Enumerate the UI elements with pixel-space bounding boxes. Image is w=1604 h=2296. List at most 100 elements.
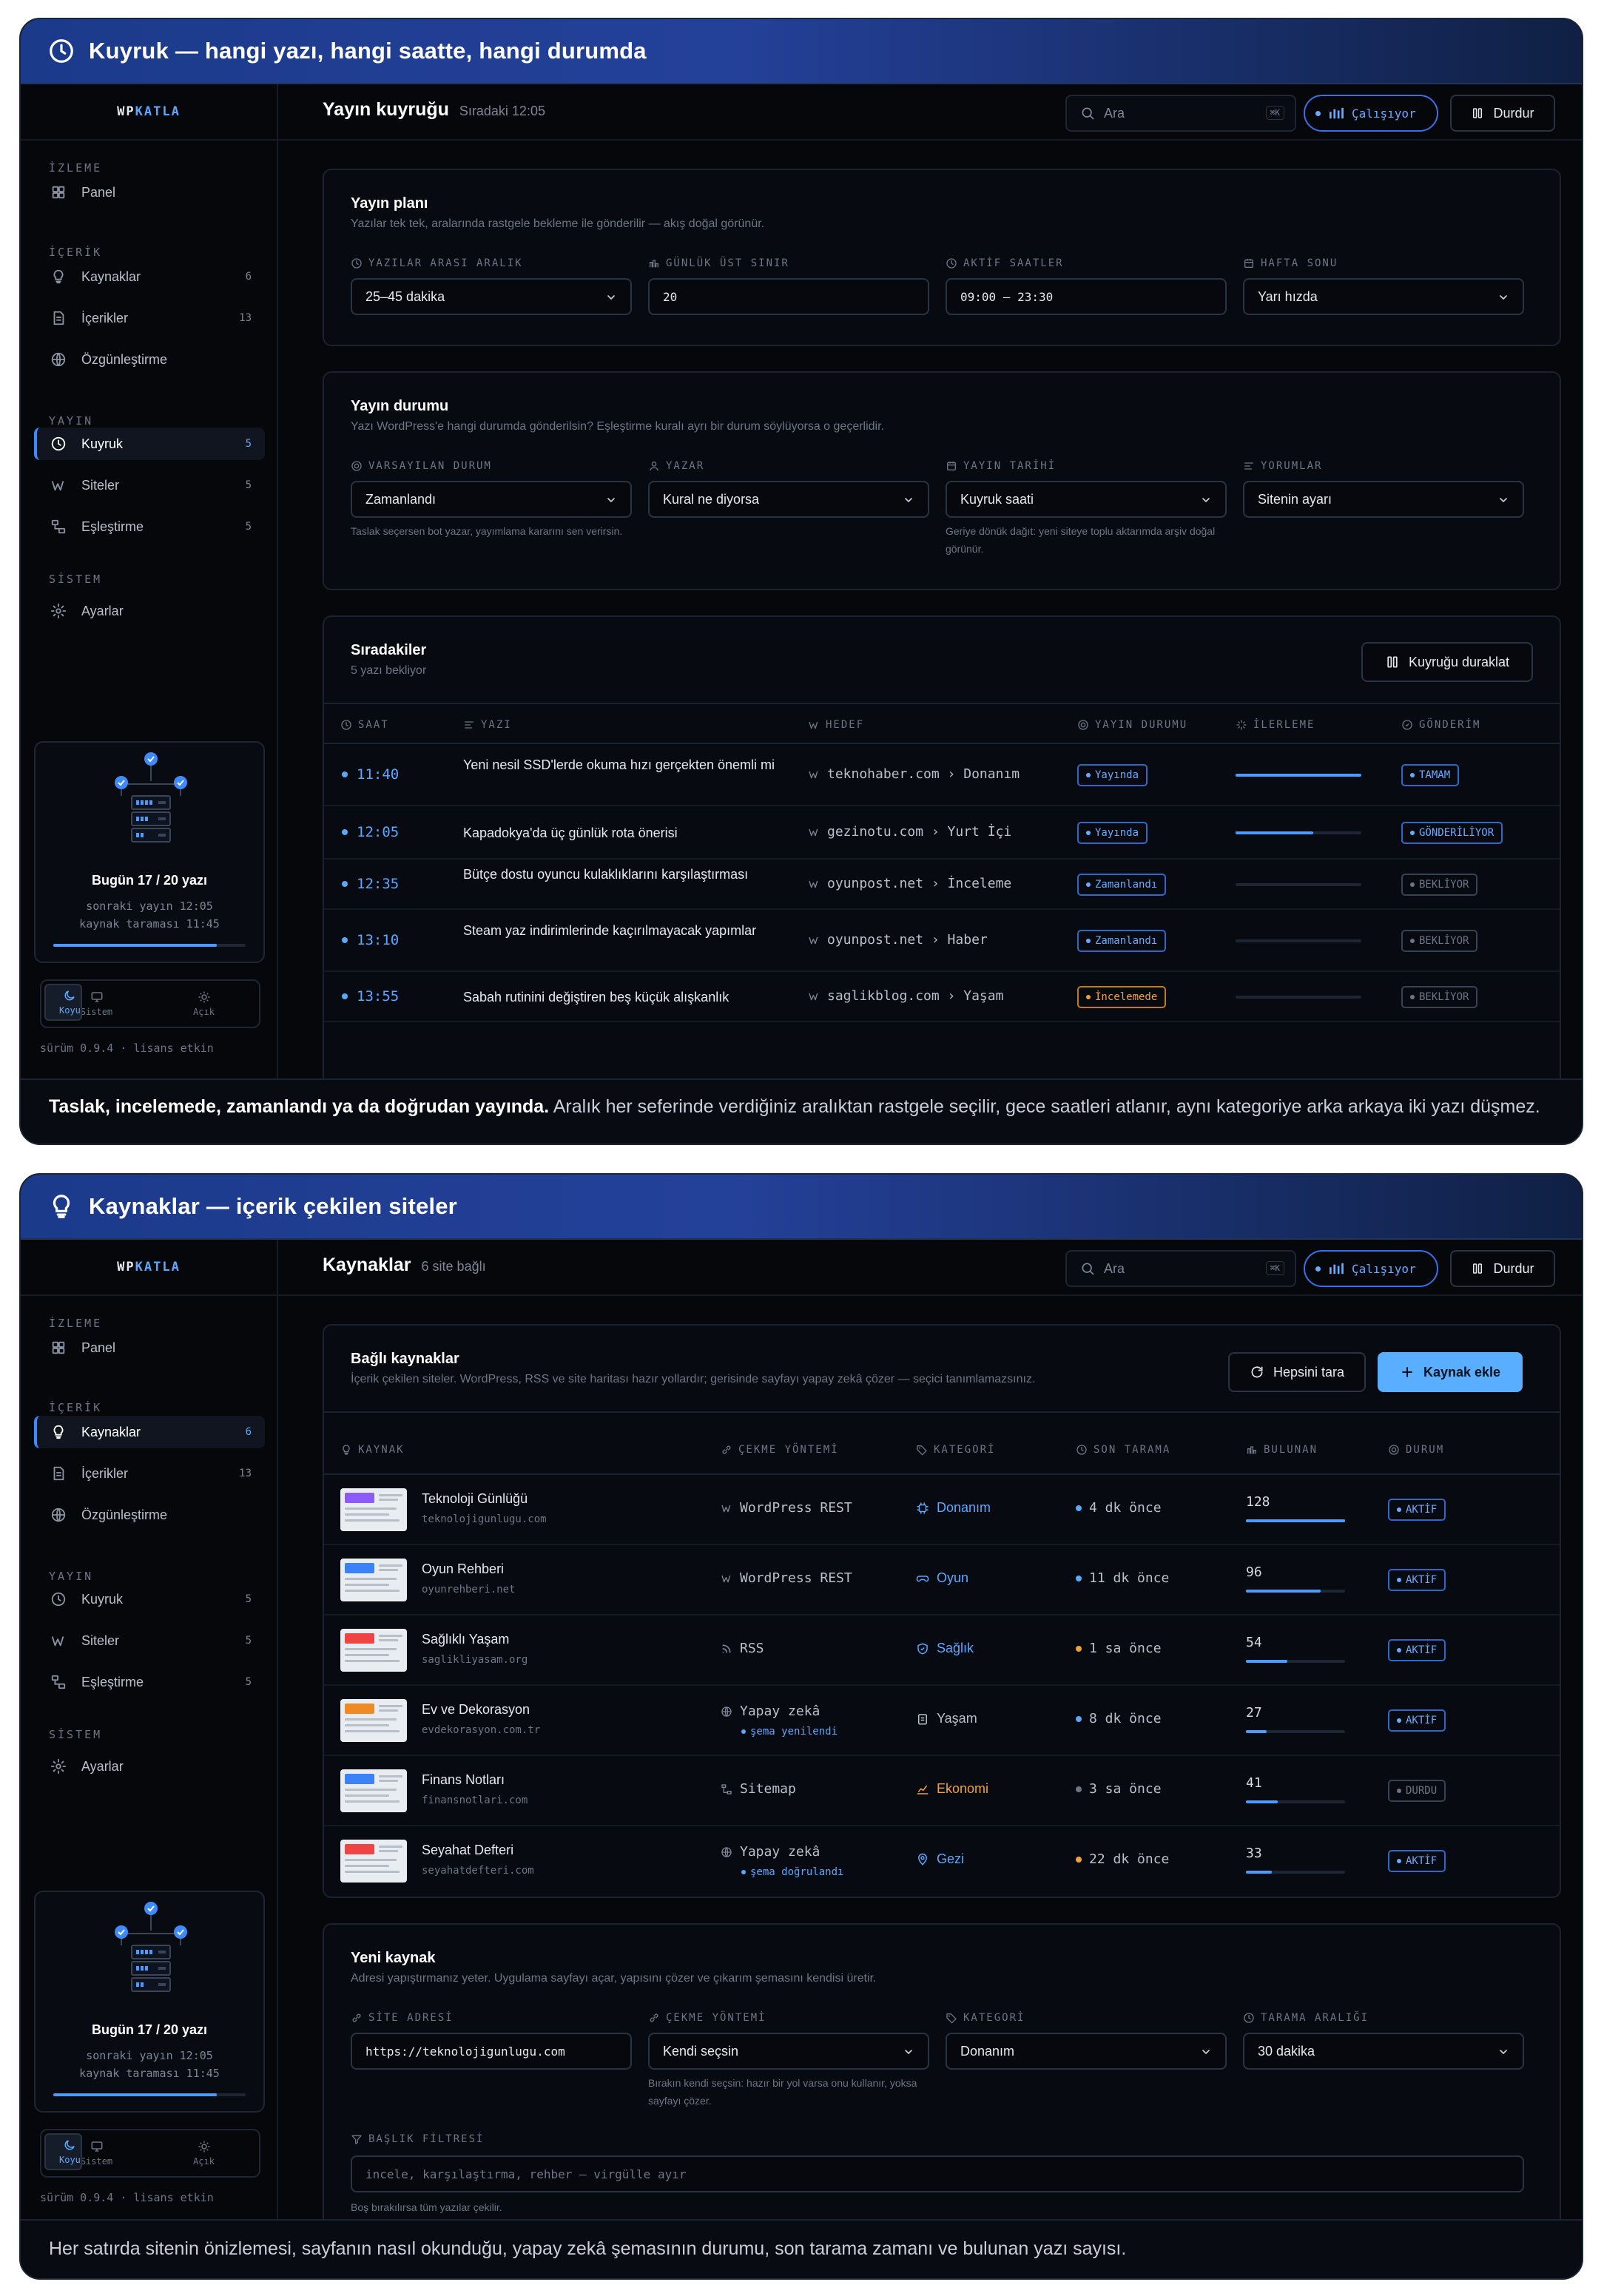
publish-plan-card: Yayın planı Yazılar tek tek, aralarında … <box>323 169 1561 346</box>
pause-queue-button[interactable]: Kuyruğu duraklat <box>1361 642 1533 682</box>
running-status-button[interactable]: Çalışıyor <box>1304 1250 1438 1287</box>
progress-bar <box>1236 883 1361 886</box>
sidebar-item-kaynaklar[interactable]: Kaynaklar 6 <box>34 260 265 293</box>
theme-option-light[interactable]: Açık <box>152 984 256 1024</box>
active-hours-label: AKTİF SAATLER <box>946 257 1064 269</box>
sidebar-item-eslestirme[interactable]: Eşleştirme 5 <box>34 1666 265 1698</box>
sidebar-item-count: 5 <box>245 1593 252 1605</box>
sidebar-item-kuyruk[interactable]: Kuyruk 5 <box>34 1583 265 1615</box>
chevron-down-icon <box>1497 494 1509 506</box>
sidebar-item-icerikler[interactable]: İçerikler 13 <box>34 302 265 334</box>
sidebar-item-siteler[interactable]: Siteler 5 <box>34 469 265 502</box>
table-row[interactable]: Teknoloji Günlüğü teknolojigunlugu.com Wor… <box>324 1475 1560 1545</box>
title-filter-input[interactable]: incele, karşılaştırma, rehber — virgülle… <box>351 2155 1524 2192</box>
table-row[interactable]: 11:40 Yeni nesil SSD'lerde okuma hızı ger… <box>324 744 1560 806</box>
fetch-method-select[interactable]: Kendi seçsin <box>648 2033 929 2070</box>
page-title: Yayın kuyruğu Sıradaki 12:05 <box>323 99 545 120</box>
source-name[interactable]: Seyahat Defteri <box>422 1843 513 1858</box>
stack-icon <box>648 257 660 269</box>
category-select[interactable]: Donanım <box>946 2033 1227 2070</box>
queue-post-title[interactable]: Steam yaz indirimlerinde kaçırılmayacak … <box>463 920 781 941</box>
sidebar-item-siteler[interactable]: Siteler 5 <box>34 1624 265 1657</box>
title-filter-label: BAŞLIK FİLTRESİ <box>351 2133 484 2145</box>
sidebar-item-icerikler[interactable]: İçerikler 13 <box>34 1457 265 1490</box>
globe-icon <box>50 1507 67 1523</box>
found-bar <box>1246 1590 1345 1593</box>
sidebar-item-ozgunlestirme[interactable]: Özgünleştirme <box>34 343 265 376</box>
source-name[interactable]: Ev ve Dekorasyon <box>422 1702 530 1718</box>
active-hours-input[interactable]: 09:00 – 23:30 <box>946 278 1227 315</box>
running-status-button[interactable]: Çalışıyor <box>1304 95 1438 132</box>
search-input[interactable]: Ara ⌘K <box>1065 1250 1296 1287</box>
card-title: Yayın durumu <box>351 398 449 414</box>
daily-status-card: Bugün 17 / 20 yazı sonraki yayın 12:05 kay… <box>34 741 265 963</box>
sidebar-item-label: Kuyruk <box>81 1591 124 1607</box>
sidebar-item-ozgunlestirme[interactable]: Özgünleştirme <box>34 1499 265 1531</box>
interval-select[interactable]: 25–45 dakika <box>351 278 632 315</box>
source-name[interactable]: Teknoloji Günlüğü <box>422 1491 528 1507</box>
theme-option-dark[interactable]: Koyu <box>44 984 82 1021</box>
send-badge: GÖNDERİLİYOR <box>1401 822 1503 844</box>
sidebar-item-panel[interactable]: Panel <box>34 1331 265 1364</box>
table-row[interactable]: 13:55 Sabah rutinini değiştiren beş küçük… <box>324 972 1560 1022</box>
site-address-input[interactable]: https://teknolojigunlugu.com <box>351 2033 632 2070</box>
send-badge: BEKLİYOR <box>1401 986 1478 1008</box>
table-row[interactable]: 12:05 Kapadokya'da üç günlük rota önerisi… <box>324 806 1560 860</box>
last-scan: 4 dk önce <box>1076 1500 1162 1516</box>
category-tag: Gezi <box>916 1851 964 1867</box>
sidebar-item-kaynaklar[interactable]: Kaynaklar 6 <box>34 1416 265 1448</box>
sidebar-item-kuyruk[interactable]: Kuyruk 5 <box>34 428 265 460</box>
daily-limit-input[interactable]: 20 <box>648 278 929 315</box>
gamepad-icon <box>916 1572 929 1585</box>
sidebar-group-label: İÇERİK <box>49 246 103 259</box>
theme-option-dark[interactable]: Koyu <box>44 2133 82 2170</box>
stop-button[interactable]: Durdur <box>1450 95 1555 132</box>
brand-logo[interactable]: WP KATLA <box>21 1240 277 1296</box>
queue-post-title[interactable]: Yeni nesil SSD'lerde okuma hızı gerçekte… <box>463 754 781 775</box>
queue-post-title[interactable]: Bütçe dostu oyuncu kulaklıklarını karşıl… <box>463 864 781 885</box>
stop-button[interactable]: Durdur <box>1450 1250 1555 1287</box>
scan-all-button[interactable]: Hepsini tara <box>1228 1352 1366 1392</box>
table-row[interactable]: Ev ve Dekorasyon evdekorasyon.com.tr Yapay… <box>324 1686 1560 1756</box>
sidebar-item-eslestirme[interactable]: Eşleştirme 5 <box>34 510 265 543</box>
calendar-icon <box>946 460 957 472</box>
table-row[interactable]: Sağlıklı Yaşam saglikliyasam.org RSS Sağlık… <box>324 1615 1560 1686</box>
refresh-icon <box>1250 1365 1264 1380</box>
field-hint: Geriye dönük dağıt: yeni siteye toplu ak… <box>946 525 1216 555</box>
table-row[interactable]: 13:10 Steam yaz indirimlerinde kaçırılmay… <box>324 910 1560 972</box>
gear-icon <box>50 1758 67 1775</box>
lightbulb-icon <box>50 1424 67 1440</box>
last-scan: 1 sa önce <box>1076 1641 1162 1656</box>
queue-post-title[interactable]: Kapadokya'da üç günlük rota önerisi <box>463 823 781 843</box>
queue-post-title[interactable]: Sabah rutinini değiştiren beş küçük alış… <box>463 987 781 1007</box>
sidebar-item-ayarlar[interactable]: Ayarlar <box>34 1750 265 1783</box>
sidebar-item-panel[interactable]: Panel <box>34 176 265 209</box>
schema-status: şema doğrulandı <box>741 1866 843 1878</box>
table-row[interactable]: Finans Notları finansnotlari.com Sitemap Ek… <box>324 1756 1560 1826</box>
site-preview-thumbnail <box>340 1559 407 1601</box>
sidebar-item-count: 6 <box>245 271 252 283</box>
search-input[interactable]: Ara ⌘K <box>1065 95 1296 132</box>
match-icon <box>50 519 67 535</box>
publish-date-select[interactable]: Kuyruk saati <box>946 481 1227 518</box>
publish-date-label: YAYIN TARİHİ <box>946 460 1056 472</box>
table-row[interactable]: Seyahat Defteri seyahatdefteri.com Yapay z… <box>324 1826 1560 1897</box>
source-name[interactable]: Finans Notları <box>422 1772 505 1788</box>
table-row[interactable]: 12:35 Bütçe dostu oyuncu kulaklıklarını k… <box>324 860 1560 910</box>
sidebar-item-ayarlar[interactable]: Ayarlar <box>34 595 265 627</box>
weekend-select[interactable]: Yarı hızda <box>1243 278 1524 315</box>
table-row[interactable]: Oyun Rehberi oyunrehberi.net WordPress RES… <box>324 1545 1560 1615</box>
scan-interval-select[interactable]: 30 dakika <box>1243 2033 1524 2070</box>
source-url: finansnotlari.com <box>422 1794 528 1806</box>
comments-select[interactable]: Sitenin ayarı <box>1243 481 1524 518</box>
source-name[interactable]: Oyun Rehberi <box>422 1561 504 1577</box>
tag-icon <box>946 2012 957 2024</box>
default-status-select[interactable]: Zamanlandı <box>351 481 632 518</box>
source-name[interactable]: Sağlıklı Yaşam <box>422 1632 509 1647</box>
sidebar: WP KATLA İZLEME İÇERİK YAYIN SİSTEM Panel Kayna… <box>21 84 278 1080</box>
author-select[interactable]: Kural ne diyorsa <box>648 481 929 518</box>
page-title: Kaynaklar 6 site bağlı <box>323 1255 486 1275</box>
brand-logo[interactable]: WP KATLA <box>21 84 277 141</box>
add-source-button[interactable]: Kaynak ekle <box>1378 1352 1523 1392</box>
theme-option-light[interactable]: Açık <box>152 2133 256 2173</box>
